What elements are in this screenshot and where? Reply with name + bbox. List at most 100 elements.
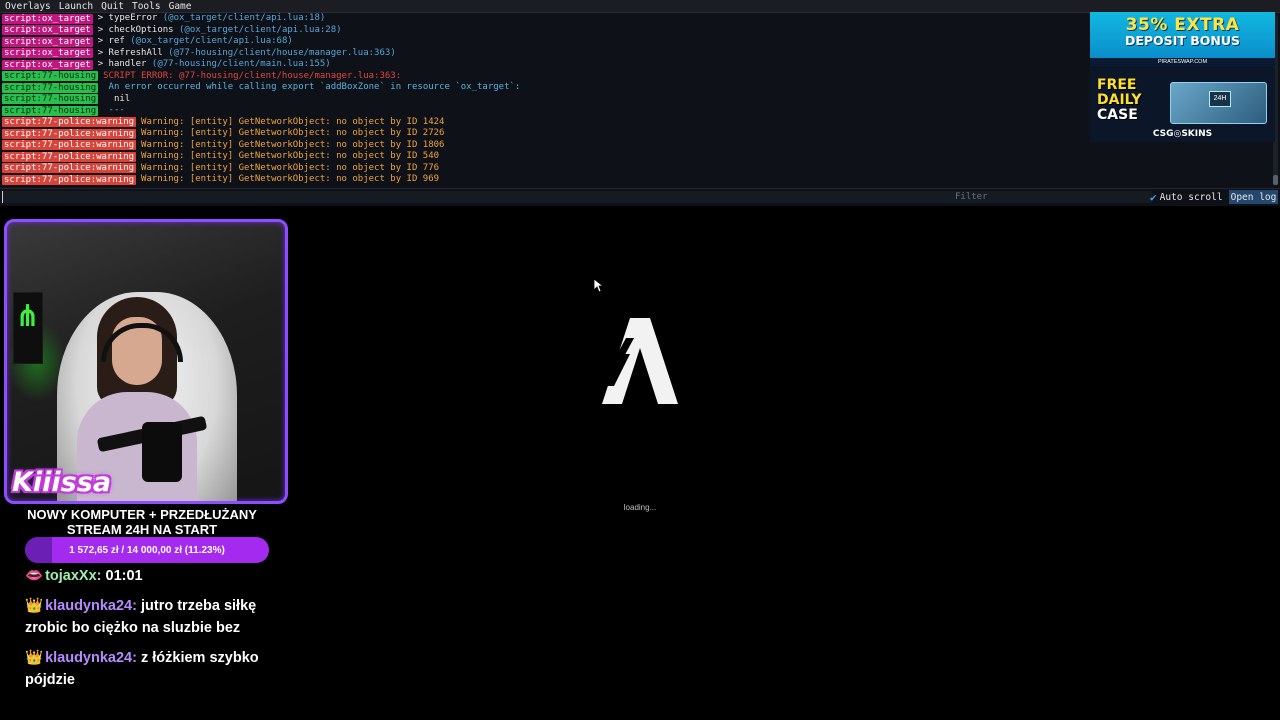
channel-badge: script:ox_target	[2, 36, 93, 47]
chat-message: 👑 klaudynka24: jutro trzeba siłkę zrobic …	[25, 595, 265, 639]
channel-badge: script:77-police:warning	[2, 140, 137, 151]
trace-arrow: >	[97, 47, 109, 58]
stream-title-line1: NOWY KOMPUTER + PRZEDŁUŻANY	[27, 507, 257, 522]
channel-badge: script:77-housing	[2, 82, 99, 93]
console-line: script:77-housing nil	[0, 94, 1280, 106]
menu-overlays[interactable]: Overlays	[5, 1, 51, 12]
command-input[interactable]	[2, 191, 953, 203]
donation-goal-bar: 1 572,65 zł / 14 000,00 zł (11.23%)	[25, 537, 269, 563]
trace-function: checkOptions	[108, 24, 174, 35]
console-message: > handler (@77-housing/client/main.lua:1…	[98, 59, 331, 71]
lips-icon: 👄	[25, 568, 44, 584]
trace-function: typeError	[108, 13, 158, 23]
console-message: Warning: [entity] GetNetworkObject: no o…	[141, 139, 445, 150]
ad-deposit-bonus[interactable]: 35% EXTRA DEPOSIT BONUS PIRATESWAP.COM	[1090, 12, 1275, 67]
chat-username: tojaxXx:	[45, 568, 102, 584]
console-line: script:77-housing ---	[0, 105, 1280, 117]
console-line: script:ox_target > ref (@ox_target/client…	[0, 36, 1280, 48]
ad2-brand: CSG◎SKINS	[1152, 129, 1213, 139]
channel-badge: script:77-housing	[2, 94, 99, 105]
console-message: Warning: [entity] GetNetworkObject: no o…	[141, 174, 440, 184]
console-line: script:77-police:warning Warning: [entity…	[0, 140, 1280, 152]
trace-path: (@ox_target/client/api.lua:68)	[130, 36, 293, 46]
filter-input[interactable]	[951, 191, 1152, 203]
ad1-subline: DEPOSIT BONUS	[1124, 33, 1240, 48]
console-message: Warning: [entity] GetNetworkObject: no o…	[141, 128, 445, 138]
monster-logo-icon: ⋔	[15, 299, 41, 334]
crown-icon: 👑	[25, 650, 44, 666]
ad-free-daily-case[interactable]: FREE DAILY CASE 24H CSG◎SKINS	[1090, 68, 1275, 142]
ad2-tag: 24H	[1209, 91, 1231, 107]
menu-game[interactable]: Game	[169, 1, 192, 12]
console-input-row: ✔ Auto scroll Open log	[0, 188, 1280, 206]
trace-path: (@77-housing/client/house/manager.lua:36…	[168, 47, 396, 58]
ad2-case: CASE	[1097, 107, 1138, 123]
console-line: script:77-housing SCRIPT ERROR: @77-housi…	[0, 71, 1280, 83]
menu-tools[interactable]: Tools	[132, 1, 161, 12]
trace-path: (@77-housing/client/main.lua:155)	[151, 59, 331, 69]
console-line: script:77-police:warning Warning: [entity…	[0, 117, 1280, 129]
checkmark-icon: ✔	[1150, 190, 1157, 204]
console-line: script:ox_target > checkOptions (@ox_targ…	[0, 25, 1280, 37]
chat-overlay: 👄 tojaxXx: 01:01 👑 klaudynka24: jutro trze…	[25, 565, 265, 699]
channel-badge: script:77-housing	[2, 105, 99, 116]
menu-launch[interactable]: Launch	[59, 1, 93, 12]
chat-username: klaudynka24:	[45, 650, 137, 666]
channel-badge: script:ox_target	[2, 13, 93, 24]
console-log[interactable]: script:ox_target > typeError (@ox_target/…	[0, 13, 1280, 188]
trace-arrow: >	[97, 59, 109, 69]
trace-arrow: >	[97, 36, 109, 46]
console-message: An error occurred while calling export `…	[103, 82, 521, 92]
fivem-logo-icon	[602, 318, 678, 404]
console-line: script:ox_target > typeError (@ox_target/…	[0, 13, 1280, 25]
console-line: script:77-police:warning Warning: [entity…	[0, 151, 1280, 163]
channel-badge: script:ox_target	[2, 48, 93, 59]
stream-title: NOWY KOMPUTER + PRZEDŁUŻANY STREAM 24H N…	[0, 507, 284, 537]
ad1-headline: 35% EXTRA	[1125, 15, 1240, 35]
console-message: > ref (@ox_target/client/api.lua:68)	[98, 36, 293, 48]
loading-text: loading...	[623, 503, 657, 512]
menu-quit[interactable]: Quit	[101, 1, 124, 12]
stream-title-line2: STREAM 24H NA START	[66, 522, 218, 537]
console-line: script:77-police:warning Warning: [entity…	[0, 128, 1280, 140]
autoscroll-label: Auto scroll	[1159, 191, 1223, 203]
console-message: Warning: [entity] GetNetworkObject: no o…	[141, 116, 445, 127]
channel-badge: script:77-housing	[2, 71, 99, 82]
console-line: script:77-police:warning Warning: [entity…	[0, 174, 1280, 186]
autoscroll-toggle[interactable]: ✔ Auto scroll	[1150, 190, 1223, 204]
trace-path: (@ox_target/client/api.lua:18)	[162, 13, 326, 23]
console-line: script:ox_target > handler (@77-housing/c…	[0, 59, 1280, 71]
trace-function: RefreshAll	[108, 47, 163, 58]
crown-icon: 👑	[25, 598, 44, 614]
channel-badge: script:77-police:warning	[2, 151, 137, 162]
chat-message: 👑 klaudynka24: z łóżkiem szybko pójdzie	[25, 647, 265, 691]
channel-badge: script:ox_target	[2, 59, 93, 70]
console-message: ---	[103, 105, 125, 115]
donation-goal-text: 1 572,65 zł / 14 000,00 zł (11.23%)	[69, 544, 225, 556]
console-message: nil	[103, 93, 131, 104]
menu-bar: Overlays Launch Quit Tools Game	[0, 0, 1280, 13]
open-log-button[interactable]: Open log	[1229, 190, 1278, 204]
console-line: script:77-housing An error occurred whil…	[0, 82, 1280, 94]
console-message: Warning: [entity] GetNetworkObject: no o…	[141, 151, 440, 161]
chat-text: 01:01	[101, 568, 143, 584]
mouse-cursor-icon	[594, 279, 604, 293]
ad1-url: PIRATESWAP.COM	[1090, 58, 1275, 67]
channel-badge: script:77-police:warning	[2, 128, 137, 139]
console-message: SCRIPT ERROR: @77-housing/client/house/m…	[103, 70, 402, 81]
console-message: > checkOptions (@ox_target/client/api.lu…	[98, 25, 342, 37]
console-line: script:ox_target > RefreshAll (@77-housin…	[0, 48, 1280, 60]
ad2-daily: DAILY	[1097, 92, 1142, 108]
streamer-name-badge: Kiiissa	[12, 467, 112, 498]
case-box-image: 24H	[1170, 82, 1267, 124]
console-message: > typeError (@ox_target/client/api.lua:1…	[98, 13, 326, 25]
channel-badge: script:77-police:warning	[2, 163, 137, 174]
channel-badge: script:77-police:warning	[2, 174, 137, 185]
trace-function: ref	[108, 36, 125, 46]
chat-username: klaudynka24:	[45, 598, 137, 614]
microphone-icon	[142, 422, 182, 482]
ad2-free: FREE	[1097, 77, 1137, 93]
chat-message: 👄 tojaxXx: 01:01	[25, 565, 265, 587]
channel-badge: script:ox_target	[2, 25, 93, 36]
console-line: script:77-police:warning Warning: [entity…	[0, 163, 1280, 175]
